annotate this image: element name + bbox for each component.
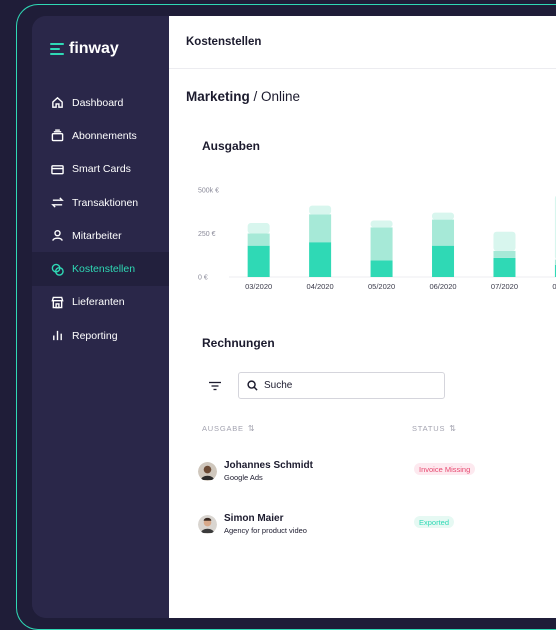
bar-segment-05-2020-s0[interactable] [370,260,393,277]
stack-icon [50,129,64,143]
user-icon [50,229,64,243]
bar-segment-03-2020-s2[interactable] [247,223,270,234]
bar-segment-07-2020-s0[interactable] [493,257,516,277]
bar-segment-06-2020-s2[interactable] [432,212,455,220]
bar-segment-04-2020-s1[interactable] [309,214,332,243]
x-tick-label: 04/2020 [307,282,334,291]
sort-icon: ⇅ [449,424,457,433]
app-window: finway Dashboard Abonnements Smart Cards… [32,16,556,618]
sidebar-item-label: Mitarbeiter [72,229,122,242]
sidebar-item-kostenstellen[interactable]: Kostenstellen [32,252,169,286]
bar-segment-06-2020-s0[interactable] [432,245,455,277]
breadcrumb-separator: / [249,89,262,104]
bar-segment-05-2020-s1[interactable] [370,227,393,261]
transfer-arrows-icon [50,196,64,210]
invoices-title: Rechnungen [202,336,275,350]
sidebar-item-lieferanten[interactable]: Lieferanten [32,286,169,319]
breadcrumb-parent[interactable]: Marketing [186,89,250,104]
x-tick-label: 08/2020 [552,282,556,291]
logo-text: finway [69,40,119,57]
bar-segment-04-2020-s0[interactable] [309,242,332,277]
row-name: Simon Maier [224,513,284,524]
sidebar-item-transaktionen[interactable]: Transaktionen [32,186,169,219]
bar-segment-04-2020-s2[interactable] [309,205,332,215]
search-input[interactable] [264,380,434,391]
search-field[interactable] [238,372,445,399]
sidebar: finway Dashboard Abonnements Smart Cards… [32,16,169,618]
avatar [198,515,217,534]
sidebar-item-label: Lieferanten [72,296,125,309]
sidebar-item-mitarbeiter[interactable]: Mitarbeiter [32,219,169,252]
bar-segment-03-2020-s0[interactable] [247,245,270,277]
breadcrumb-current: Online [261,89,301,104]
row-description: Agency for product video [224,526,307,535]
sidebar-item-smart-cards[interactable]: Smart Cards [32,153,169,186]
bar-segment-03-2020-s1[interactable] [247,233,270,246]
sidebar-item-label: Smart Cards [72,163,131,176]
cost-center-icon [50,262,64,276]
x-tick-label: 03/2020 [245,282,272,291]
expenses-bar-chart: 500k € 250 € 0 € 03/2020 04/2020 05/2020 06/20… [198,188,556,291]
sidebar-item-label: Kostenstellen [72,263,136,276]
sidebar-nav: Dashboard Abonnements Smart Cards Transa… [32,86,169,352]
bar-segment-06-2020-s1[interactable] [432,219,455,246]
y-tick-label: 250 € [198,231,216,238]
row-description: Google Ads [224,473,263,482]
credit-card-icon [50,162,64,176]
sidebar-item-label: Dashboard [72,96,124,109]
sort-icon: ⇅ [247,424,256,433]
sidebar-item-label: Reporting [72,329,118,342]
breadcrumb: Marketing / Online [186,89,300,104]
bar-chart-icon [50,329,64,343]
page-header: Kostenstellen [169,16,556,69]
search-icon [247,380,258,391]
status-badge: Exported [414,516,455,528]
main-content: Kostenstellen Marketing / Online Ausgabe… [169,16,556,618]
table-row[interactable]: Johannes Schmidt Google Ads Invoice Miss… [198,457,556,491]
x-tick-label: 05/2020 [368,282,395,291]
expenses-title: Ausgaben [202,139,261,153]
table-row[interactable]: Simon Maier Agency for product video Exp… [198,510,556,544]
row-name: Johannes Schmidt [224,460,313,471]
bar-segment-07-2020-s1[interactable] [493,250,516,258]
status-badge: Invoice Missing [414,463,476,475]
sidebar-item-label: Transaktionen [72,196,139,209]
avatar [198,462,217,481]
sidebar-item-dashboard[interactable]: Dashboard [32,86,169,119]
column-header-status[interactable]: STATUS ⇅ [412,424,457,433]
page-title: Kostenstellen [186,36,262,48]
sidebar-item-abonnements[interactable]: Abonnements [32,119,169,152]
logo-mark-icon [50,40,64,58]
filter-icon[interactable] [207,379,223,391]
store-icon [50,295,64,309]
finway-logo[interactable]: finway [50,40,119,58]
y-tick-label: 0 € [198,275,208,282]
home-icon [50,96,64,110]
x-tick-label: 07/2020 [491,282,518,291]
bar-segment-05-2020-s2[interactable] [370,220,393,228]
x-tick-label: 06/2020 [429,282,456,291]
sidebar-item-label: Abonnements [72,129,137,142]
bar-segment-07-2020-s2[interactable] [493,231,516,251]
y-tick-label: 500k € [198,188,219,195]
sidebar-item-reporting[interactable]: Reporting [32,319,169,352]
column-header-ausgabe[interactable]: AUSGABE ⇅ [202,424,255,433]
